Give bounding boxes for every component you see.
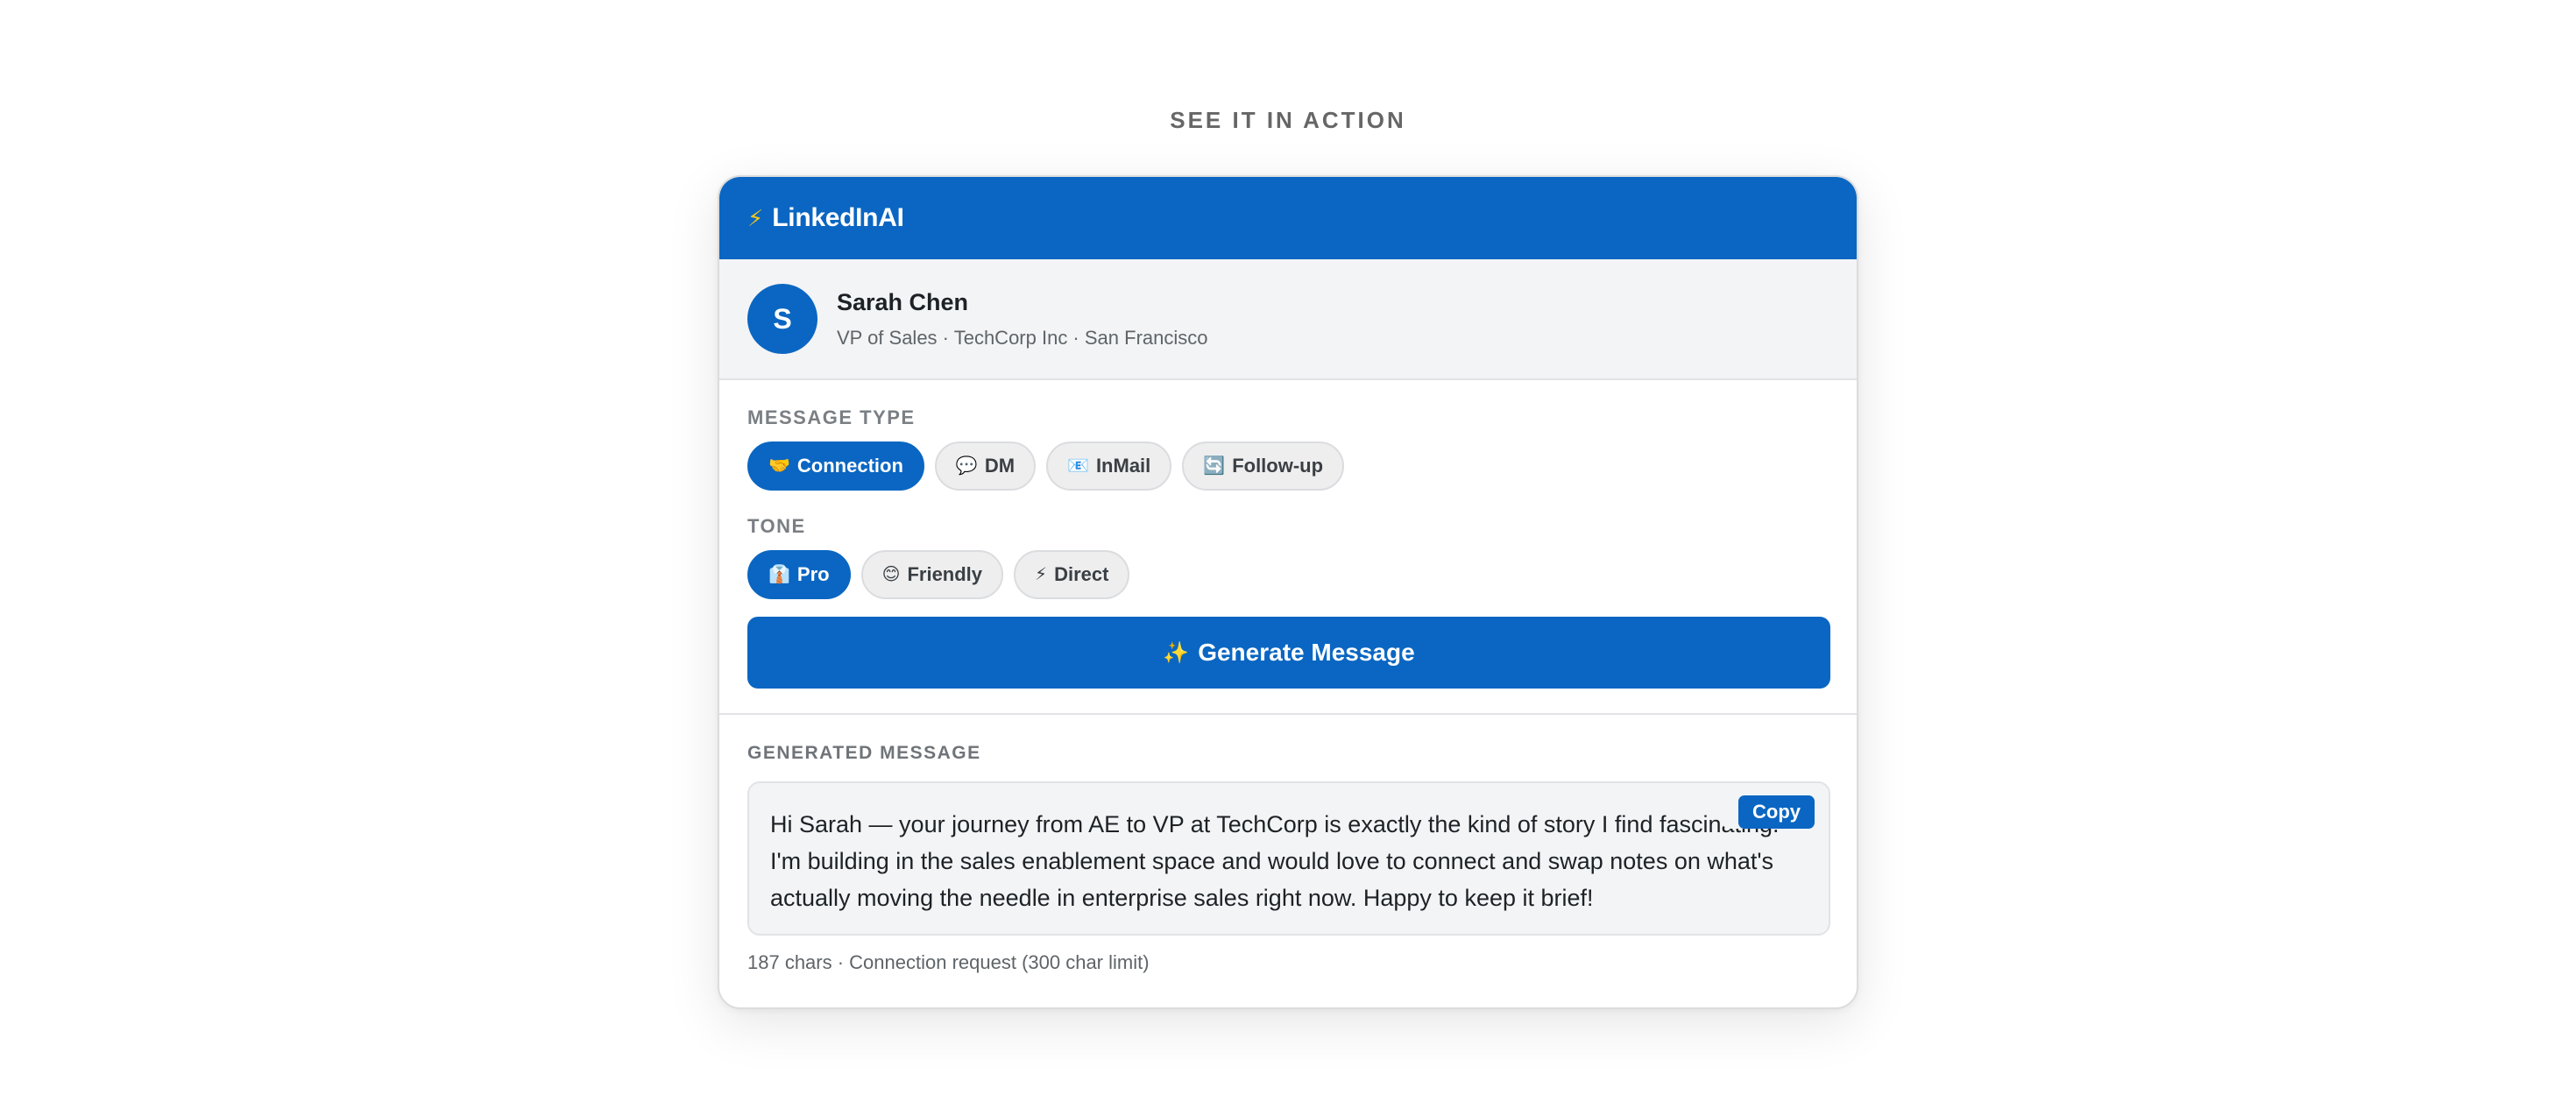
pill-label: Connection xyxy=(796,455,903,477)
handshake-icon: 🤝 xyxy=(768,456,790,476)
tone-direct[interactable]: ⚡ Direct xyxy=(1014,550,1130,599)
message-type-options: 🤝 Connection 💬 DM 📧 InMail 🔄 Follow-up xyxy=(747,442,1829,491)
pill-label: Follow-up xyxy=(1232,455,1324,477)
profile-info: Sarah Chen VP of Sales · TechCorp Inc · … xyxy=(837,289,1208,350)
tone-options: 👔 Pro 😊 Friendly ⚡ Direct xyxy=(747,550,1829,599)
char-count: 187 chars · Connection request (300 char… xyxy=(747,951,1150,973)
tone-friendly[interactable]: 😊 Friendly xyxy=(860,550,1004,599)
copy-button[interactable]: Copy xyxy=(1738,795,1815,829)
message-type-dm[interactable]: 💬 DM xyxy=(934,442,1037,491)
demo-card: ⚡ LinkedInAI S Sarah Chen VP of Sales · … xyxy=(718,175,1858,1009)
sparkle-icon: ✨ xyxy=(1163,640,1190,665)
pill-label: Pro xyxy=(796,563,830,585)
controls: MESSAGE TYPE 🤝 Connection 💬 DM 📧 InMail … xyxy=(719,380,1857,715)
generated-message-box: Hi Sarah — your journey from AE to VP at… xyxy=(747,781,1830,936)
message-type-label: MESSAGE TYPE xyxy=(747,406,916,428)
output-label: GENERATED MESSAGE xyxy=(747,743,981,763)
profile-meta: VP of Sales · TechCorp Inc · San Francis… xyxy=(837,326,1208,349)
profile-name: Sarah Chen xyxy=(837,288,969,315)
profile-card: S Sarah Chen VP of Sales · TechCorp Inc … xyxy=(719,259,1857,380)
lightning-icon: ⚡ xyxy=(1035,565,1048,584)
tone-pro[interactable]: 👔 Pro xyxy=(747,550,851,599)
pill-label: DM xyxy=(984,455,1016,477)
speech-bubble-icon: 💬 xyxy=(955,456,978,476)
message-type-connection[interactable]: 🤝 Connection xyxy=(747,442,924,491)
generate-message-button[interactable]: ✨ Generate Message xyxy=(747,617,1830,689)
message-type-follow-up[interactable]: 🔄 Follow-up xyxy=(1182,442,1345,491)
pill-label: InMail xyxy=(1095,455,1151,477)
message-type-inmail[interactable]: 📧 InMail xyxy=(1046,442,1172,491)
repeat-icon: 🔄 xyxy=(1203,456,1226,476)
envelope-icon: 📧 xyxy=(1067,456,1089,476)
bolt-icon: ⚡ xyxy=(747,205,764,231)
pill-label: Friendly xyxy=(907,563,983,585)
brand: ⚡ LinkedInAI xyxy=(747,203,904,233)
generate-label: Generate Message xyxy=(1198,639,1415,666)
section-heading: SEE IT IN ACTION xyxy=(1170,107,1406,133)
necktie-icon: 👔 xyxy=(768,565,790,584)
pill-label: Direct xyxy=(1054,563,1109,585)
app-name: LinkedInAI xyxy=(772,203,904,232)
output-section: GENERATED MESSAGE Hi Sarah — your journe… xyxy=(719,715,1857,974)
smiley-icon: 😊 xyxy=(881,565,901,584)
avatar: S xyxy=(747,284,817,354)
generated-message-text: Hi Sarah — your journey from AE to VP at… xyxy=(770,811,1780,911)
tone-label: TONE xyxy=(747,515,806,537)
app-header: ⚡ LinkedInAI xyxy=(719,177,1857,259)
